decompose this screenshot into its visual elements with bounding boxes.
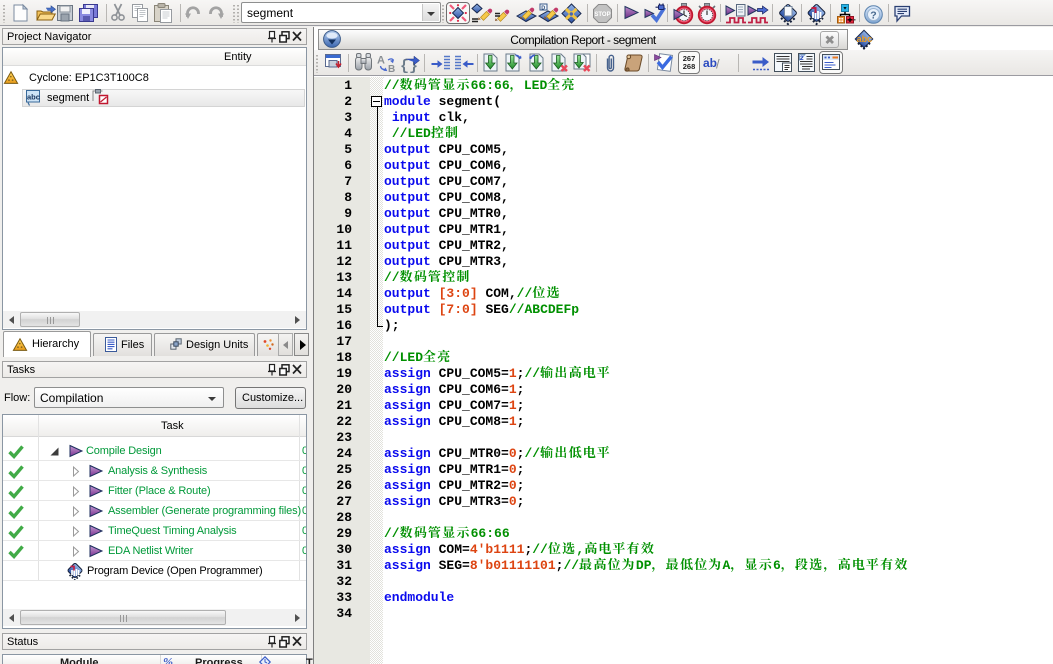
svg-text:STOP: STOP (594, 12, 610, 18)
svg-text:ab: ab (703, 56, 717, 70)
svg-text:abc: abc (27, 92, 40, 101)
svg-text:%: % (163, 655, 173, 664)
svg-text:?: ? (870, 9, 876, 21)
svg-text:2: 2 (800, 55, 804, 62)
svg-text:abc: abc (857, 34, 873, 44)
svg-text:A: A (377, 55, 385, 67)
svg-text:/: / (716, 57, 720, 72)
svg-text:B: B (388, 64, 395, 75)
svg-text:D: D (541, 5, 545, 11)
